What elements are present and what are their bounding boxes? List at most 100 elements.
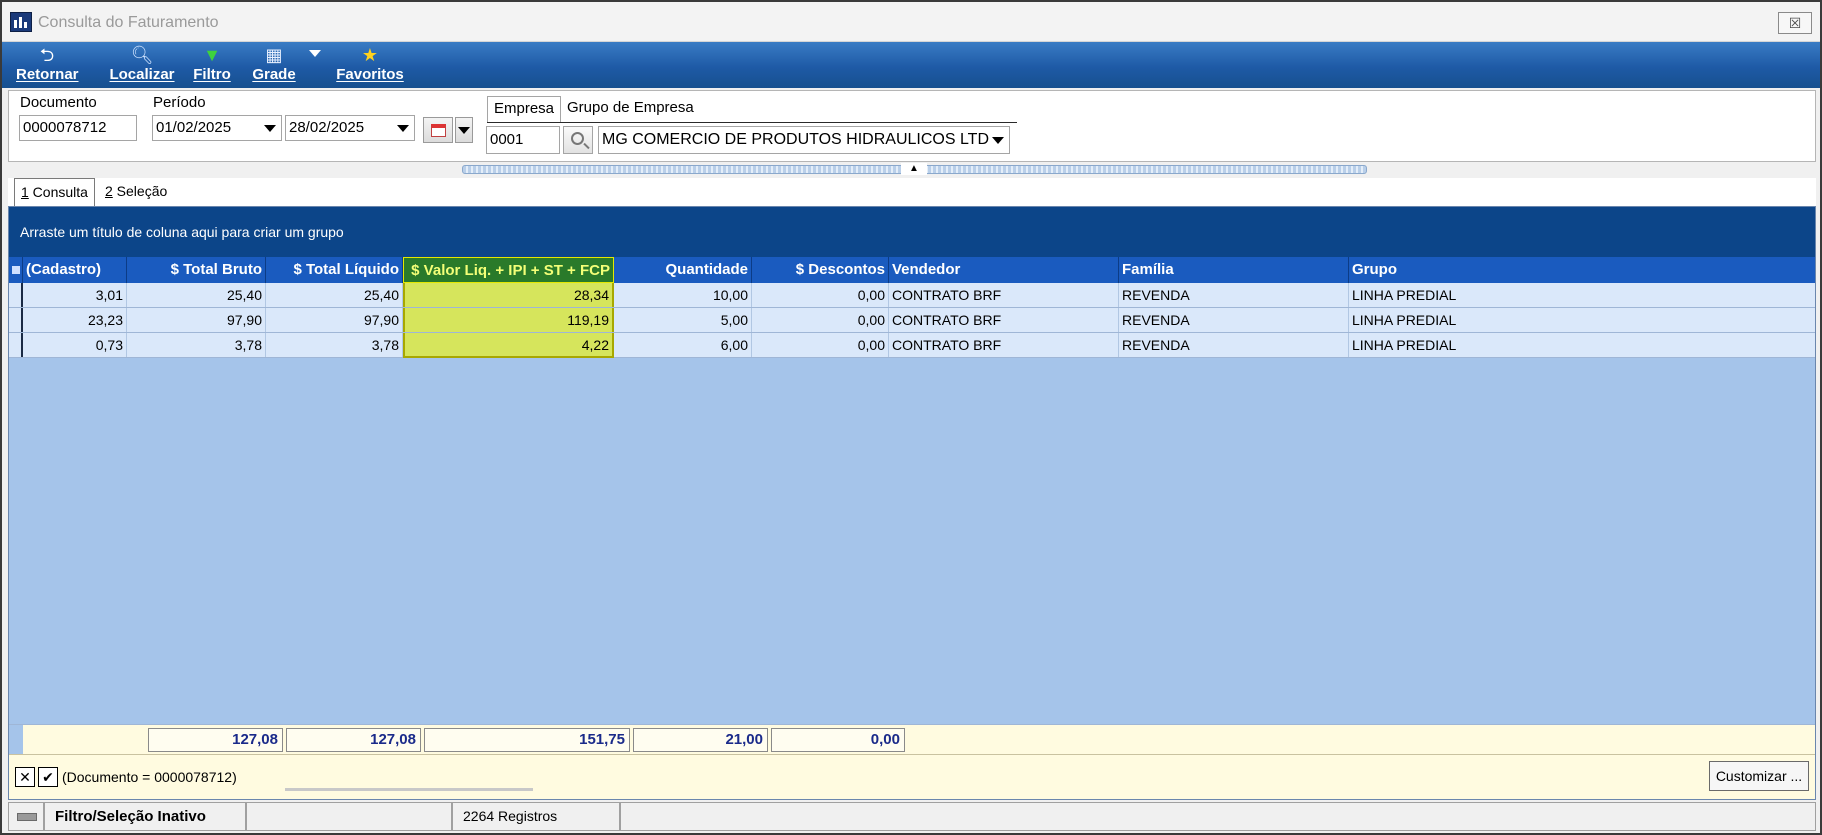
close-button[interactable]: ☒ bbox=[1778, 12, 1812, 34]
cell-total-bruto[interactable]: 3,78 bbox=[127, 333, 266, 357]
clear-filter-close-icon[interactable]: ✕ bbox=[15, 767, 35, 787]
row-indicator[interactable] bbox=[9, 333, 23, 357]
cell-familia[interactable]: REVENDA bbox=[1119, 283, 1349, 307]
favoritos-button[interactable]: ★ Favoritos bbox=[332, 44, 408, 86]
periodo-end-select[interactable]: 28/02/2025 bbox=[285, 115, 415, 141]
cell-descontos[interactable]: 0,00 bbox=[752, 333, 889, 357]
cell-descontos[interactable]: 0,00 bbox=[752, 308, 889, 332]
documento-input[interactable]: 0000078712 bbox=[19, 115, 137, 141]
col-header-valor-liq-ipi-st-fcp[interactable]: $ Valor Liq. + IPI + ST + FCP bbox=[403, 257, 614, 283]
filter-enabled-checkbox[interactable]: ✔ bbox=[38, 767, 58, 787]
table-row[interactable]: 0,73 3,78 3,78 4,22 6,00 0,00 CONTRATO B… bbox=[9, 333, 1815, 358]
group-by-panel[interactable]: Arraste um título de coluna aqui para cr… bbox=[9, 207, 1815, 257]
col-header-quantidade[interactable]: Quantidade bbox=[614, 257, 752, 283]
data-grid: Arraste um título de coluna aqui para cr… bbox=[8, 206, 1816, 800]
footer-indicator bbox=[9, 725, 23, 755]
periodo-start-value: 01/02/2025 bbox=[156, 119, 232, 136]
empresa-code-input[interactable]: 0001 bbox=[486, 126, 560, 154]
cell-vendedor[interactable]: CONTRATO BRF bbox=[889, 283, 1119, 307]
tab-consulta-accel: 1 bbox=[21, 184, 29, 200]
cell-familia[interactable]: REVENDA bbox=[1119, 333, 1349, 357]
cell-cadastro[interactable]: 3,01 bbox=[23, 283, 127, 307]
tab-consulta[interactable]: 1 Consulta bbox=[14, 178, 95, 206]
cell-valor-liq-ipi-st-fcp[interactable]: 28,34 bbox=[403, 283, 614, 307]
cell-grupo[interactable]: LINHA PREDIAL bbox=[1349, 283, 1815, 307]
table-row[interactable]: 23,23 97,90 97,90 119,19 5,00 0,00 CONTR… bbox=[9, 308, 1815, 333]
cell-cadastro[interactable]: 23,23 bbox=[23, 308, 127, 332]
col-header-total-liquido[interactable]: $ Total Líquido bbox=[266, 257, 403, 283]
quantidade-sum: 21,00 bbox=[633, 728, 768, 752]
cell-vendedor[interactable]: CONTRATO BRF bbox=[889, 308, 1119, 332]
cell-descontos[interactable]: 0,00 bbox=[752, 283, 889, 307]
cell-total-liquido[interactable]: 97,90 bbox=[266, 308, 403, 332]
empresa-search-button[interactable] bbox=[563, 126, 593, 154]
title-bar: Consulta do Faturamento ☒ bbox=[2, 2, 1820, 42]
panel-splitter[interactable]: ▲ bbox=[462, 163, 1367, 175]
filtro-button[interactable]: ▼ Filtro bbox=[190, 44, 234, 86]
star-icon: ★ bbox=[361, 45, 379, 65]
grid-menu-icon bbox=[12, 266, 20, 274]
cell-quantidade[interactable]: 10,00 bbox=[614, 283, 752, 307]
periodo-label: Período bbox=[153, 94, 206, 111]
localizar-button[interactable]: 🔍︎ Localizar bbox=[106, 44, 178, 86]
filtro-label: Filtro bbox=[193, 66, 231, 83]
app-icon bbox=[10, 12, 32, 32]
status-panel-icon bbox=[8, 802, 44, 831]
chevron-down-icon bbox=[264, 125, 276, 132]
status-filter-state: Filtro/Seleção Inativo bbox=[44, 802, 246, 831]
cell-valor-liq-ipi-st-fcp[interactable]: 4,22 bbox=[403, 333, 614, 358]
filter-expression[interactable]: (Documento = 0000078712) bbox=[62, 769, 237, 785]
row-indicator[interactable] bbox=[9, 283, 23, 307]
calendar-icon bbox=[431, 124, 446, 137]
cell-grupo[interactable]: LINHA PREDIAL bbox=[1349, 308, 1815, 332]
valor-liq-ipi-st-fcp-sum: 151,75 bbox=[424, 728, 630, 752]
col-header-vendedor[interactable]: Vendedor bbox=[889, 257, 1119, 283]
retornar-label: Retornar bbox=[16, 66, 79, 83]
cell-vendedor[interactable]: CONTRATO BRF bbox=[889, 333, 1119, 357]
retornar-button[interactable]: ⮌ Retornar bbox=[16, 44, 79, 86]
status-empty-panel bbox=[246, 802, 452, 831]
documento-label: Documento bbox=[20, 94, 97, 111]
empresa-name-value: MG COMERCIO DE PRODUTOS HIDRAULICOS LTD bbox=[602, 131, 989, 148]
cell-quantidade[interactable]: 6,00 bbox=[614, 333, 752, 357]
col-header-cadastro[interactable]: (Cadastro) bbox=[23, 257, 127, 283]
grid-header-row: (Cadastro) $ Total Bruto $ Total Líquido… bbox=[9, 257, 1815, 283]
keyboard-icon bbox=[17, 813, 37, 821]
page-tabs: 1 Consulta 2 Seleção bbox=[8, 178, 1816, 206]
calendar-button[interactable] bbox=[423, 117, 453, 143]
col-header-descontos[interactable]: $ Descontos bbox=[752, 257, 889, 283]
cell-grupo[interactable]: LINHA PREDIAL bbox=[1349, 333, 1815, 357]
tab-empresa[interactable]: Empresa bbox=[487, 96, 562, 122]
col-header-familia[interactable]: Família bbox=[1119, 257, 1349, 283]
main-window: Consulta do Faturamento ☒ ⮌ Retornar 🔍︎ … bbox=[0, 0, 1822, 835]
calendar-dropdown-button[interactable] bbox=[455, 117, 473, 143]
periodo-start-select[interactable]: 01/02/2025 bbox=[152, 115, 282, 141]
filter-panel: Documento 0000078712 Período 01/02/2025 … bbox=[8, 90, 1816, 162]
grade-button[interactable]: ▦ Grade bbox=[248, 44, 300, 86]
status-record-count: 2264 Registros bbox=[452, 802, 620, 831]
filter-scrollbar[interactable] bbox=[285, 788, 533, 791]
table-row[interactable]: 3,01 25,40 25,40 28,34 10,00 0,00 CONTRA… bbox=[9, 283, 1815, 308]
cell-cadastro[interactable]: 0,73 bbox=[23, 333, 127, 357]
tab-grupo-empresa[interactable]: Grupo de Empresa bbox=[561, 96, 700, 122]
empresa-name-select[interactable]: MG COMERCIO DE PRODUTOS HIDRAULICOS LTD bbox=[598, 126, 1010, 154]
cell-valor-liq-ipi-st-fcp[interactable]: 119,19 bbox=[403, 308, 614, 332]
filter-bar: ✕ ✔ (Documento = 0000078712) Customizar … bbox=[9, 754, 1815, 799]
cell-total-liquido[interactable]: 25,40 bbox=[266, 283, 403, 307]
cell-total-liquido[interactable]: 3,78 bbox=[266, 333, 403, 357]
toolbar: ⮌ Retornar 🔍︎ Localizar ▼ Filtro ▦ Grade… bbox=[2, 42, 1820, 88]
customize-button[interactable]: Customizar ... bbox=[1709, 761, 1809, 791]
cell-total-bruto[interactable]: 25,40 bbox=[127, 283, 266, 307]
grade-label: Grade bbox=[252, 66, 296, 83]
cell-familia[interactable]: REVENDA bbox=[1119, 308, 1349, 332]
cell-quantidade[interactable]: 5,00 bbox=[614, 308, 752, 332]
col-header-total-bruto[interactable]: $ Total Bruto bbox=[127, 257, 266, 283]
cell-total-bruto[interactable]: 97,90 bbox=[127, 308, 266, 332]
column-chooser-button[interactable] bbox=[9, 257, 23, 283]
collapse-chevron-icon[interactable]: ▲ bbox=[901, 163, 927, 175]
grade-dropdown-arrow-icon[interactable] bbox=[309, 50, 321, 57]
tab-selecao[interactable]: 2 Seleção bbox=[99, 178, 173, 206]
row-indicator[interactable] bbox=[9, 308, 23, 332]
col-header-grupo[interactable]: Grupo bbox=[1349, 257, 1815, 283]
chevron-down-icon bbox=[992, 137, 1004, 144]
